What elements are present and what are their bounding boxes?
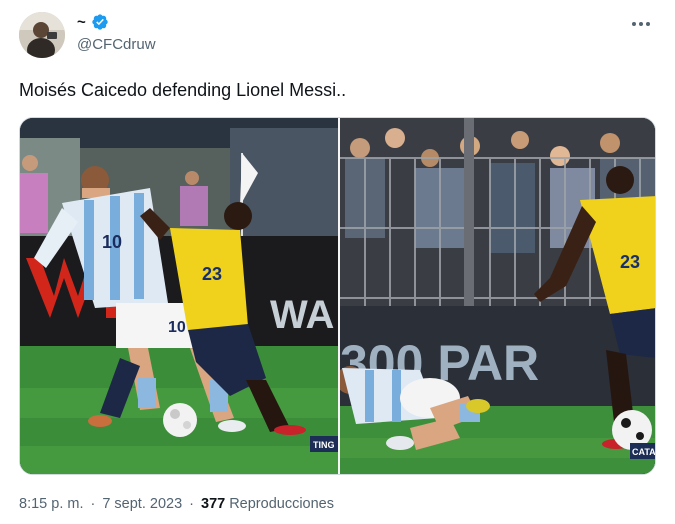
tweet-text: Moisés Caicedo defending Lionel Messi.. bbox=[19, 80, 347, 100]
tweet-media[interactable]: WA 10 10 23 TING 300 PAR 23 CATA bbox=[19, 117, 656, 475]
author-name-row: ~ bbox=[77, 12, 109, 32]
tweet-date[interactable]: 7 sept. 2023 bbox=[102, 496, 182, 512]
player-number-right: 23 bbox=[620, 252, 640, 272]
tweet-card: ~ @CFCdruw Moisés Caicedo defending Lion… bbox=[0, 0, 675, 524]
player-number-left-1: 10 bbox=[102, 232, 122, 252]
tweet-meta: 8:15 p. m. · 7 sept. 2023 · 377 Reproduc… bbox=[19, 496, 334, 512]
avatar-image bbox=[19, 12, 65, 58]
media-image: WA 10 10 23 TING 300 PAR 23 CATA bbox=[20, 118, 656, 474]
views-label: Reproducciones bbox=[229, 496, 334, 512]
verified-badge-icon bbox=[91, 13, 109, 31]
player-number-left-shorts: 10 bbox=[168, 319, 186, 336]
media-right-panel: 300 PAR 23 CATA bbox=[340, 118, 656, 474]
avatar[interactable] bbox=[19, 12, 65, 58]
meta-separator-2: · bbox=[189, 496, 194, 512]
author-handle[interactable]: @CFCdruw bbox=[77, 36, 156, 53]
more-button[interactable] bbox=[629, 14, 653, 34]
views-count: 377 bbox=[201, 496, 226, 512]
banner-left-text: WA bbox=[270, 293, 334, 337]
tweet-time[interactable]: 8:15 p. m. bbox=[19, 496, 83, 512]
player-number-left-2: 23 bbox=[202, 264, 222, 284]
left-overlay-label: TING bbox=[313, 440, 335, 450]
right-overlay-label: CATA bbox=[632, 447, 656, 457]
meta-separator: · bbox=[90, 496, 96, 512]
more-horizontal-icon bbox=[632, 22, 650, 26]
media-left-panel: WA 10 10 23 TING bbox=[20, 118, 338, 474]
display-name[interactable]: ~ bbox=[77, 14, 86, 31]
